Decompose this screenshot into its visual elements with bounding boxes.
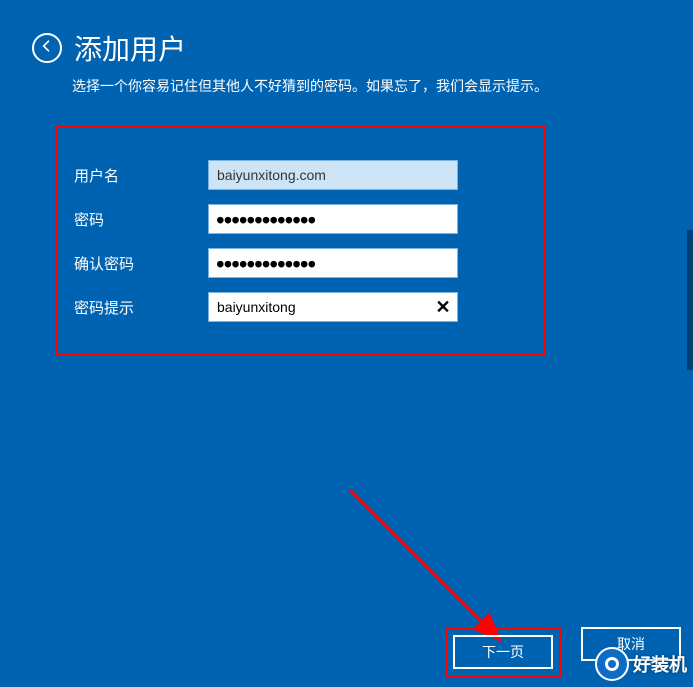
clear-hint-button[interactable]: ✕ bbox=[428, 292, 458, 322]
label-password: 密码 bbox=[68, 209, 208, 230]
cancel-button[interactable]: 取消 bbox=[581, 627, 681, 661]
input-confirm-password[interactable] bbox=[208, 248, 458, 278]
row-password-hint: 密码提示 ✕ bbox=[68, 292, 534, 322]
label-password-hint: 密码提示 bbox=[68, 297, 208, 318]
input-username[interactable] bbox=[208, 160, 458, 190]
back-button[interactable] bbox=[32, 33, 62, 63]
label-username: 用户名 bbox=[68, 165, 208, 186]
input-password-hint[interactable] bbox=[208, 292, 458, 322]
next-button[interactable]: 下一页 bbox=[453, 635, 553, 669]
page-title: 添加用户 bbox=[74, 28, 186, 68]
next-button-highlight: 下一页 bbox=[445, 627, 561, 677]
footer-buttons: 下一页 取消 bbox=[445, 627, 681, 677]
page-subtitle: 选择一个你容易记住但其他人不好猜到的密码。如果忘了，我们会显示提示。 bbox=[0, 68, 693, 96]
label-confirm-password: 确认密码 bbox=[68, 253, 208, 274]
row-username: 用户名 bbox=[68, 160, 534, 190]
row-password: 密码 bbox=[68, 204, 534, 234]
back-arrow-icon bbox=[39, 38, 55, 59]
form-highlight-box: 用户名 密码 确认密码 密码提示 ✕ bbox=[56, 126, 546, 356]
scrollbar-edge bbox=[687, 230, 693, 370]
close-icon: ✕ bbox=[435, 297, 450, 318]
row-confirm-password: 确认密码 bbox=[68, 248, 534, 278]
input-password[interactable] bbox=[208, 204, 458, 234]
